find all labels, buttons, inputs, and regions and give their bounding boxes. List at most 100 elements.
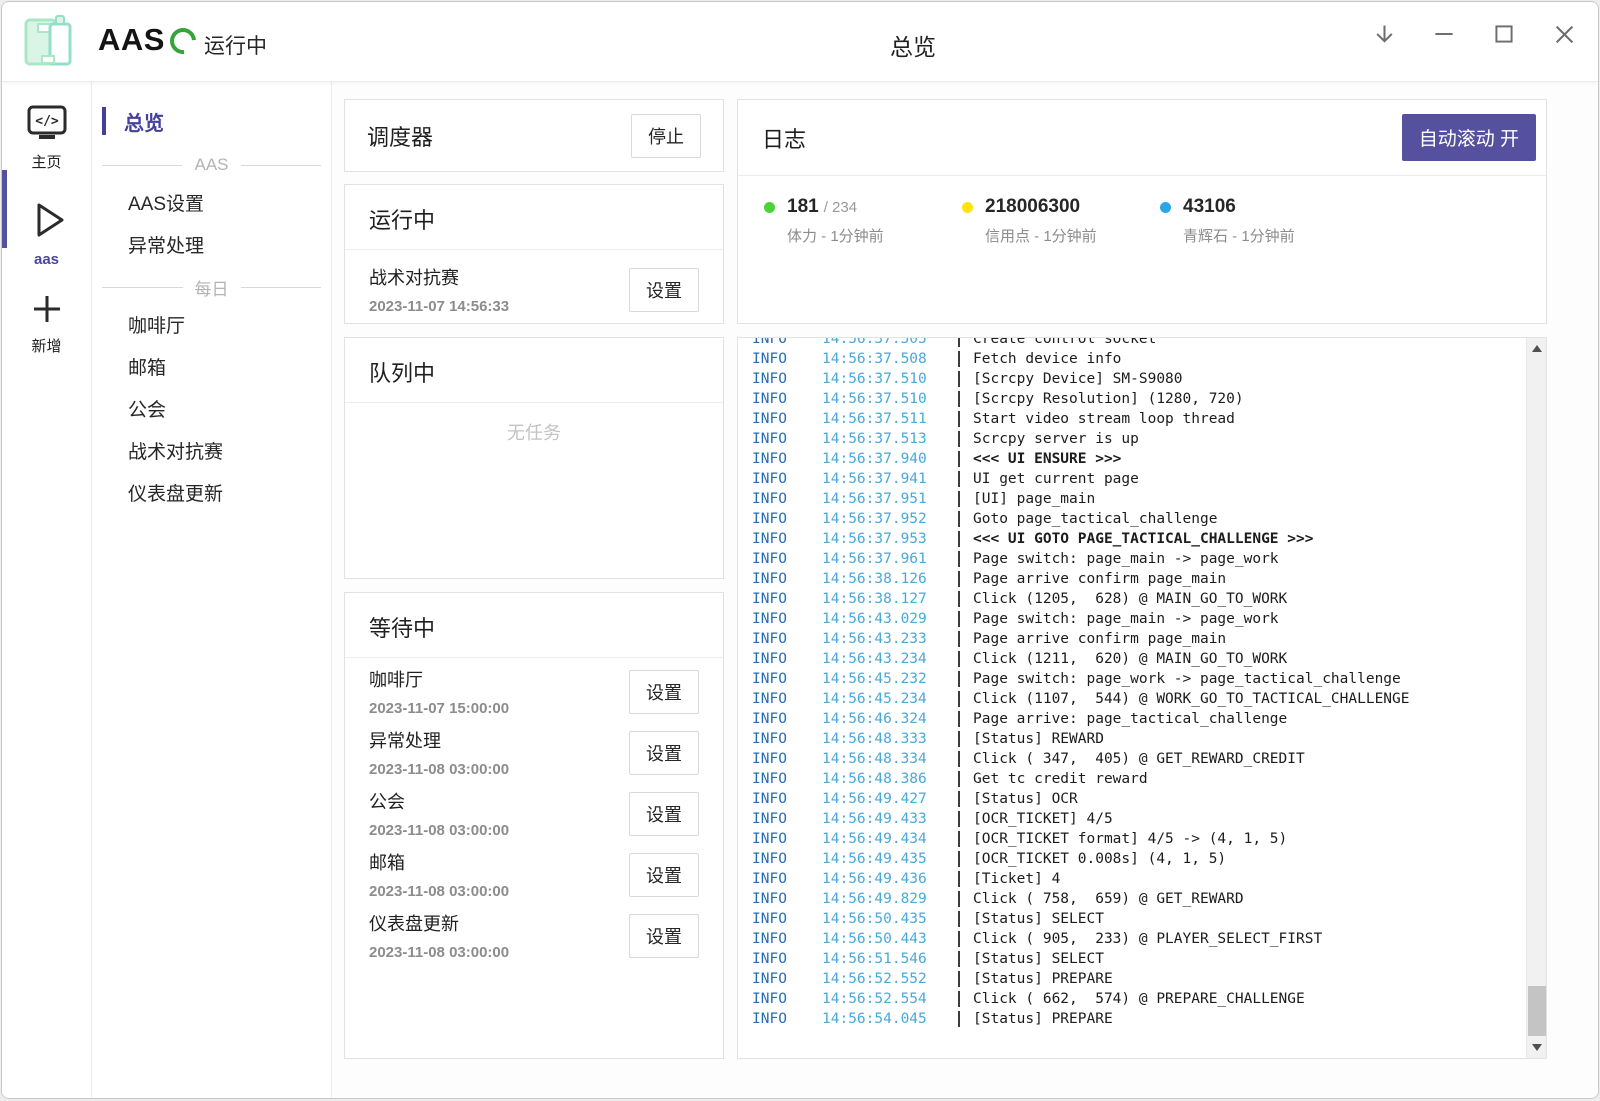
- log-line: INFO14:56:49.427[Status] OCR: [752, 789, 1546, 809]
- log-stats: 181/ 234体力 - 1分钟前218006300信用点 - 1分钟前4310…: [738, 176, 1546, 246]
- log-line: INFO14:56:45.232Page switch: page_work -…: [752, 669, 1546, 689]
- log-separator: [958, 631, 960, 647]
- log-message: Create control socket: [973, 337, 1156, 349]
- maximize-button[interactable]: [1488, 18, 1520, 50]
- sidebar-item[interactable]: 公会: [92, 390, 331, 432]
- running-settings-button[interactable]: 设置: [629, 268, 699, 312]
- sidebar-item[interactable]: 邮箱: [92, 348, 331, 390]
- log-level: INFO: [752, 589, 822, 609]
- log-separator: [958, 431, 960, 447]
- waiting-settings-button[interactable]: 设置: [629, 731, 699, 775]
- log-lines: INFO14:56:37.505Create control socketINF…: [738, 337, 1546, 1029]
- stat-top: 43106: [1160, 196, 1358, 218]
- log-timestamp: 14:56:37.940: [822, 449, 950, 469]
- log-level: INFO: [752, 469, 822, 489]
- running-task-time: 2023-11-07 14:56:33: [369, 298, 509, 315]
- log-timestamp: 14:56:37.513: [822, 429, 950, 449]
- log-line: INFO14:56:51.546[Status] SELECT: [752, 949, 1546, 969]
- stat-dot-icon: [764, 202, 775, 213]
- log-separator: [958, 371, 960, 387]
- log-line: INFO14:56:43.233Page arrive confirm page…: [752, 629, 1546, 649]
- queue-card: 队列中 无任务: [344, 337, 724, 579]
- main-content: 调度器 停止 运行中 战术对抗赛 2023-11-07 14:56:33 设置 …: [332, 82, 1599, 1099]
- log-timestamp: 14:56:45.232: [822, 669, 950, 689]
- sidebar-item[interactable]: 咖啡厅: [92, 306, 331, 348]
- autoscroll-toggle-button[interactable]: 自动滚动 开: [1402, 114, 1536, 161]
- log-separator: [958, 551, 960, 567]
- log-timestamp: 14:56:38.127: [822, 589, 950, 609]
- log-message: Click ( 758, 659) @ GET_REWARD: [973, 889, 1244, 909]
- log-line: INFO14:56:37.513Scrcpy server is up: [752, 429, 1546, 449]
- waiting-settings-button[interactable]: 设置: [629, 914, 699, 958]
- log-card: 日志 自动滚动 开 181/ 234体力 - 1分钟前218006300信用点 …: [737, 99, 1547, 324]
- scrollbar-up-arrow-icon[interactable]: [1532, 345, 1542, 352]
- log-line: INFO14:56:49.829Click ( 758, 659) @ GET_…: [752, 889, 1546, 909]
- close-button[interactable]: [1548, 18, 1580, 50]
- log-timestamp: 14:56:52.554: [822, 989, 950, 1009]
- sidebar-section-divider: AAS: [92, 152, 331, 178]
- log-separator: [958, 391, 960, 407]
- running-task-row: 战术对抗赛 2023-11-07 14:56:33 设置: [345, 250, 723, 315]
- log-line: INFO14:56:43.234Click (1211, 620) @ MAIN…: [752, 649, 1546, 669]
- log-line: INFO14:56:37.951[UI] page_main: [752, 489, 1546, 509]
- resource-stat: 218006300信用点 - 1分钟前: [962, 196, 1160, 246]
- log-separator: [958, 831, 960, 847]
- waiting-settings-button[interactable]: 设置: [629, 670, 699, 714]
- rail-label-aas: aas: [2, 251, 91, 268]
- waiting-settings-button[interactable]: 设置: [629, 853, 699, 897]
- running-task-name: 战术对抗赛: [369, 264, 509, 290]
- stop-button[interactable]: 停止: [631, 114, 701, 158]
- log-line: INFO14:56:38.126Page arrive confirm page…: [752, 569, 1546, 589]
- sidebar-item[interactable]: 异常处理: [92, 226, 331, 268]
- waiting-title: 等待中: [345, 611, 723, 643]
- minimize-button[interactable]: [1428, 18, 1460, 50]
- stat-dot-icon: [1160, 202, 1171, 213]
- sidebar-item[interactable]: 仪表盘更新: [92, 474, 331, 516]
- log-separator: [958, 791, 960, 807]
- sidebar-item-overview[interactable]: 总览: [92, 104, 331, 138]
- log-message: Click ( 347, 405) @ GET_REWARD_CREDIT: [973, 749, 1305, 769]
- log-timestamp: 14:56:49.427: [822, 789, 950, 809]
- waiting-task-time: 2023-11-08 03:00:00: [369, 822, 509, 839]
- rail-item-aas[interactable]: aas: [2, 198, 91, 268]
- sidebar-item[interactable]: 战术对抗赛: [92, 432, 331, 474]
- log-message: [Status] SELECT: [973, 949, 1104, 969]
- log-scrollbar[interactable]: [1526, 338, 1546, 1058]
- waiting-settings-button[interactable]: 设置: [629, 792, 699, 836]
- log-message: Page switch: page_main -> page_work: [973, 609, 1279, 629]
- log-message: Page switch: page_work -> page_tactical_…: [973, 669, 1401, 689]
- code-monitor-icon: </>: [26, 104, 68, 142]
- scrollbar-thumb[interactable]: [1528, 986, 1546, 1036]
- scheduler-card: 调度器 停止: [344, 99, 724, 172]
- log-message: [Status] REWARD: [973, 729, 1104, 749]
- play-icon: [25, 198, 69, 242]
- log-timestamp: 14:56:45.234: [822, 689, 950, 709]
- log-separator: [958, 651, 960, 667]
- app-name: AAS: [98, 22, 165, 58]
- rail-item-add[interactable]: 新增: [2, 292, 91, 356]
- stat-suffix: / 234: [824, 199, 857, 216]
- resource-stat: 43106青辉石 - 1分钟前: [1160, 196, 1358, 246]
- divider-line: [102, 165, 182, 166]
- queue-title: 队列中: [345, 356, 723, 388]
- download-icon[interactable]: [1368, 18, 1400, 50]
- log-timestamp: 14:56:49.829: [822, 889, 950, 909]
- waiting-task-row: 仪表盘更新2023-11-08 03:00:00设置: [369, 910, 699, 961]
- sidebar-section-label: 每日: [183, 275, 241, 300]
- log-level: INFO: [752, 1009, 822, 1029]
- log-level: INFO: [752, 989, 822, 1009]
- run-status-label: 运行中: [204, 30, 267, 60]
- log-level: INFO: [752, 389, 822, 409]
- log-message: [Status] PREPARE: [973, 1009, 1113, 1029]
- log-message: Click (1205, 628) @ MAIN_GO_TO_WORK: [973, 589, 1287, 609]
- sidebar-item[interactable]: AAS设置: [92, 184, 331, 226]
- log-message: Get tc credit reward: [973, 769, 1148, 789]
- log-line: INFO14:56:37.511Start video stream loop …: [752, 409, 1546, 429]
- log-level: INFO: [752, 809, 822, 829]
- log-level: INFO: [752, 849, 822, 869]
- rail-item-home[interactable]: </> 主页: [2, 104, 91, 172]
- log-level: INFO: [752, 709, 822, 729]
- title-bar: AAS 运行中 总览: [2, 2, 1598, 82]
- waiting-task-time: 2023-11-08 03:00:00: [369, 944, 509, 961]
- scrollbar-down-arrow-icon[interactable]: [1532, 1044, 1542, 1051]
